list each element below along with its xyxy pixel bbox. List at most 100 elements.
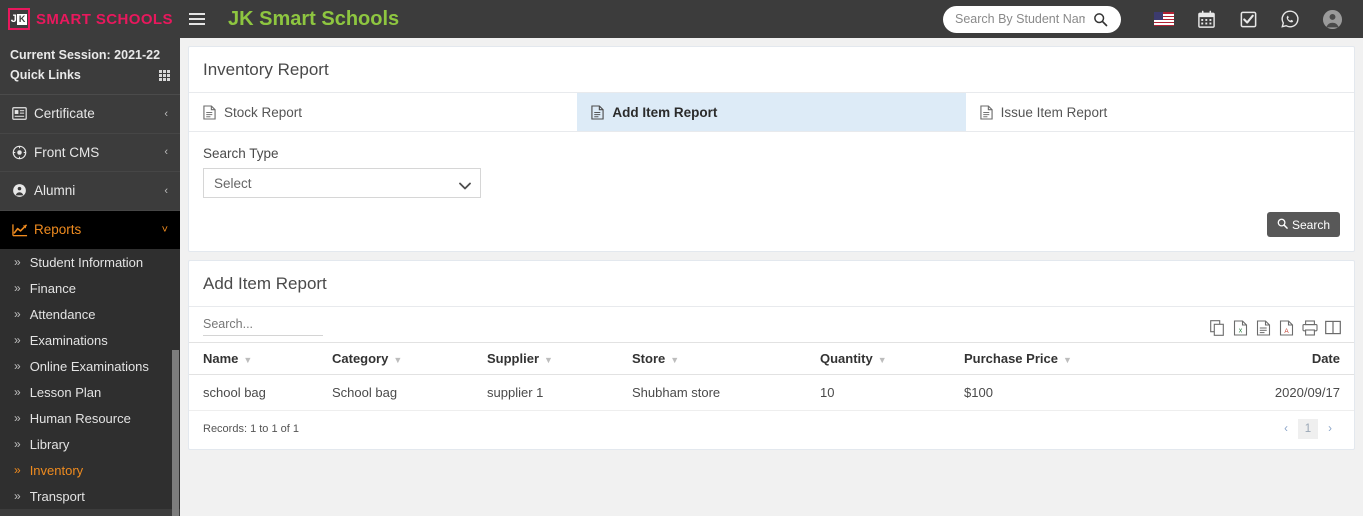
print-icon[interactable] [1302,320,1318,336]
inventory-report-card: Inventory Report Stock Report Add Item R… [188,46,1355,252]
sidebar-subitem-lesson-plan[interactable]: » Lesson Plan [0,379,180,405]
search-icon[interactable] [1085,6,1115,33]
sidebar-subitem-student-information[interactable]: » Student Information [0,249,180,275]
tab-issue-item-report[interactable]: Issue Item Report [966,93,1354,131]
flag-icon[interactable] [1143,0,1185,38]
file-icon [203,104,216,120]
quick-links-row[interactable]: Quick Links [10,65,170,85]
page-title: Inventory Report [189,47,1354,93]
current-session-label: Current Session: 2021-22 [10,48,161,62]
pagination-next[interactable]: › [1320,419,1340,439]
topbar-actions [943,0,1363,38]
column-header-date[interactable]: Date [1214,342,1354,375]
table-search-input[interactable] [203,317,323,336]
cell-quantity: 10 [820,374,964,411]
sidebar-subitem-online-examinations[interactable]: » Online Examinations [0,353,180,379]
column-header-quantity[interactable]: Quantity ▼ [820,342,964,375]
sort-icon: ▼ [670,355,680,365]
sidebar-subitem-label: Library [29,436,70,452]
cell-supplier: supplier 1 [487,374,632,411]
logo-text: SMART SCHOOLS [36,10,173,28]
certificate-icon [12,107,34,121]
brand-title: JK Smart Schools [228,7,400,30]
column-header-category[interactable]: Category ▼ [332,342,487,375]
sidebar-subitem-attendance[interactable]: » Attendance [0,301,180,327]
pdf-icon[interactable]: A [1279,320,1294,336]
pagination-prev[interactable]: ‹ [1276,419,1296,439]
grid-icon[interactable] [159,69,170,81]
whatsapp-icon[interactable] [1269,0,1311,38]
sort-icon: ▼ [243,355,253,365]
tab-add-item-report[interactable]: Add Item Report [577,93,966,131]
column-label: Category [332,351,389,366]
checkbox-icon[interactable] [1227,0,1269,38]
add-item-report-card: Add Item Report x A [188,260,1355,450]
records-count: Records: 1 to 1 of 1 [203,423,299,435]
double-chevron-icon: » [14,437,21,451]
sidebar-item-front-cms[interactable]: Front CMS ‹ [0,134,180,172]
column-label: Name [203,351,239,366]
chevron-left-icon: ‹ [164,107,168,120]
sidebar-item-label: Front CMS [34,144,100,160]
report-title: Add Item Report [189,261,1354,307]
sidebar-subitem-finance[interactable]: » Finance [0,275,180,301]
svg-text:x: x [1239,328,1243,335]
app-logo[interactable]: JK SMART SCHOOLS [0,0,180,38]
search-row: Search [189,206,1354,251]
tab-label: Stock Report [224,104,303,120]
sidebar-item-certificate[interactable]: Certificate ‹ [0,95,180,134]
sidebar-scrollbar[interactable] [172,350,179,516]
excel-icon[interactable]: x [1233,320,1248,336]
sidebar-subitem-library[interactable]: » Library [0,431,180,457]
sidebar-subitem-inventory[interactable]: » Inventory [0,457,180,483]
chevron-left-icon: ‹ [164,184,168,197]
double-chevron-icon: » [14,359,21,373]
tab-stock-report[interactable]: Stock Report [189,93,577,131]
alumni-icon [12,183,34,198]
top-bar: JK SMART SCHOOLS JK Smart Schools [0,0,1363,38]
csv-icon[interactable] [1256,320,1271,336]
column-header-name[interactable]: Name ▼ [189,342,332,375]
table-footer: Records: 1 to 1 of 1 ‹ 1 › [189,411,1354,449]
sidebar-subitem-examinations[interactable]: » Examinations [0,327,180,353]
pagination-page-1[interactable]: 1 [1298,419,1318,439]
sort-icon: ▼ [877,355,887,365]
sidebar-subitem-label: Inventory [29,462,84,478]
column-header-store[interactable]: Store ▼ [632,342,820,375]
column-label: Supplier [487,351,540,366]
search-button[interactable]: Search [1266,212,1340,237]
cell-category: School bag [332,374,487,411]
sidebar-subitem-label: Transport [29,488,85,504]
chevron-left-icon: ‹ [164,146,168,159]
hamburger-icon[interactable] [180,0,214,38]
chevron-down-icon: ˅ [161,223,168,236]
copy-icon[interactable] [1210,320,1225,336]
columns-icon[interactable] [1325,320,1341,336]
double-chevron-icon: » [14,255,21,269]
sidebar-item-alumni[interactable]: Alumni ‹ [0,172,180,211]
sort-icon: ▼ [393,355,403,365]
table-row[interactable]: school bag School bag supplier 1 Shubham… [189,374,1354,411]
sidebar-subitem-transport[interactable]: » Transport [0,483,180,509]
double-chevron-icon: » [14,489,21,503]
file-icon [591,104,604,120]
column-label: Date [1311,351,1340,366]
student-search-box[interactable] [943,5,1121,33]
column-header-purchase-price[interactable]: Purchase Price ▼ [964,342,1214,375]
us-flag [1154,12,1174,26]
sidebar-subnav: » Student Information » Finance » Attend… [0,249,180,509]
export-icons: x A [1210,320,1341,336]
search-input[interactable] [943,12,1085,26]
search-type-select-wrap: Select [203,168,481,198]
sidebar-subitem-human-resource[interactable]: » Human Resource [0,405,180,431]
search-type-select[interactable]: Select [203,168,481,198]
search-button-label: Search [1291,217,1330,232]
user-avatar-icon[interactable] [1311,0,1353,38]
column-header-supplier[interactable]: Supplier ▼ [487,342,632,375]
sidebar-item-label: Reports [34,222,82,238]
cell-name: school bag [189,374,332,411]
sidebar-item-reports[interactable]: Reports ˅ [0,210,180,249]
calendar-icon[interactable] [1185,0,1227,38]
cell-date: 2020/09/17 [1214,374,1354,411]
report-tabs: Stock Report Add Item Report Issue Item … [189,93,1354,132]
